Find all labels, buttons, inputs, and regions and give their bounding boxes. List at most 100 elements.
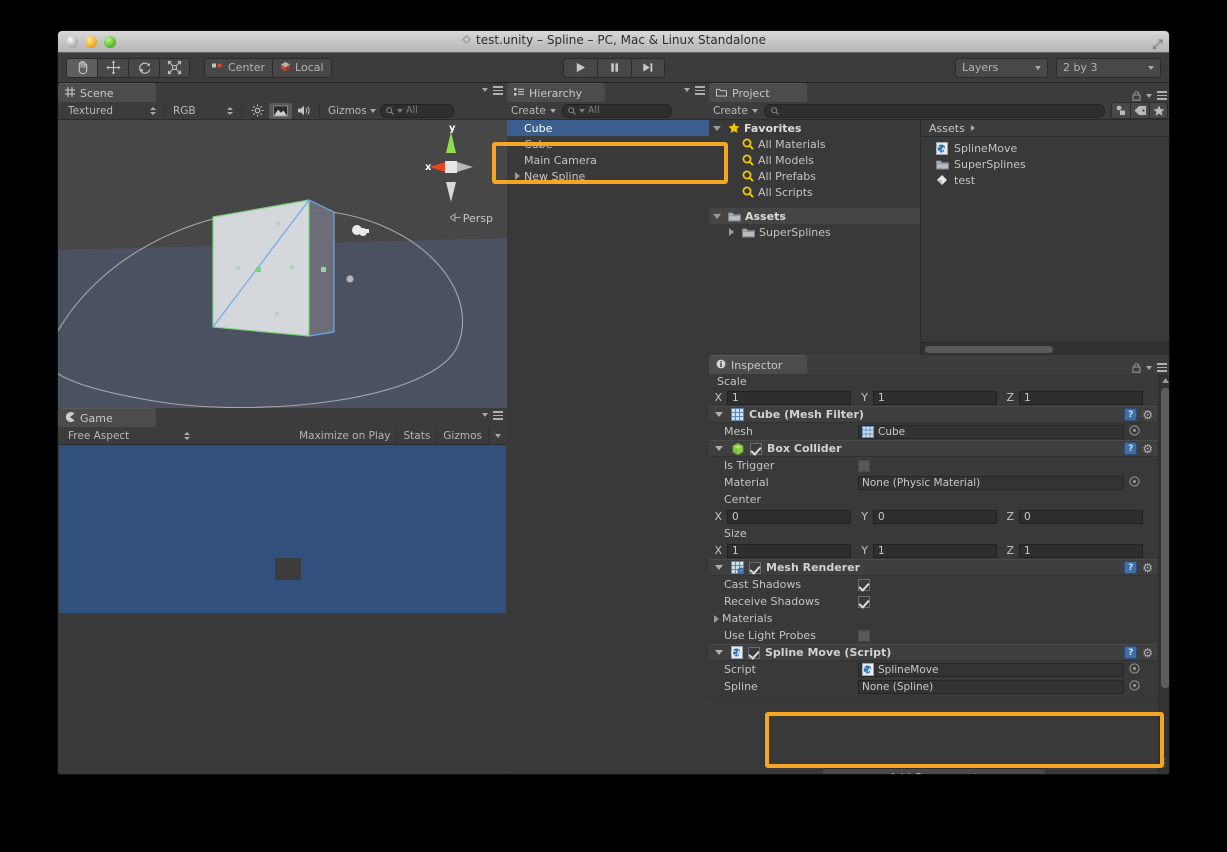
gear-icon[interactable]: ⚙ — [1142, 443, 1153, 455]
vector-x-field[interactable]: 0 — [727, 509, 851, 524]
rotate-tool-button[interactable] — [128, 57, 159, 78]
lock-icon[interactable] — [1132, 86, 1141, 105]
scene-lighting-toggle[interactable] — [246, 103, 269, 119]
tab-game[interactable]: Game — [58, 408, 156, 427]
object-picker-icon[interactable] — [1129, 679, 1140, 694]
component-header-mesh-renderer[interactable]: Mesh Renderer? ⚙ — [709, 559, 1158, 576]
gear-icon[interactable]: ⚙ — [1142, 409, 1153, 421]
tab-scene[interactable]: Scene — [58, 83, 156, 102]
help-icon[interactable]: ? — [1124, 408, 1138, 421]
field-row-material[interactable]: Material None (Physic Material) — [709, 474, 1158, 491]
hierarchy-item-main-camera[interactable]: Main Camera — [507, 152, 709, 168]
game-tab-options[interactable] — [482, 411, 503, 420]
move-tool-button[interactable] — [97, 57, 128, 78]
add-component-button[interactable]: Add Component — [821, 768, 1046, 774]
hierarchy-tabstrip[interactable]: Hierarchy — [507, 83, 709, 102]
component-enabled-checkbox[interactable] — [749, 561, 761, 574]
project-tree-item-assets[interactable]: Assets — [709, 208, 920, 224]
scene-fx-toggle[interactable] — [269, 102, 292, 119]
hierarchy-toolbar[interactable]: Create All — [507, 102, 709, 120]
gear-icon[interactable]: ⚙ — [1142, 562, 1153, 574]
hierarchy-item-new-spline[interactable]: New Spline — [507, 168, 709, 184]
hierarchy-item-cube[interactable]: Cube — [507, 120, 709, 136]
play-controls-group[interactable] — [562, 57, 665, 78]
project-tree-item-favorites[interactable]: Favorites — [709, 120, 920, 136]
pivot-controls-group[interactable]: Center Local — [204, 57, 332, 78]
help-icon[interactable]: ? — [1124, 561, 1138, 574]
expand-triangle-icon[interactable] — [515, 172, 520, 180]
scale-y-field[interactable]: 1 — [873, 390, 997, 405]
field-row-receive-shadows[interactable]: Receive Shadows — [709, 593, 1158, 610]
play-button[interactable] — [562, 57, 597, 78]
hierarchy-tab-options[interactable] — [684, 86, 705, 95]
help-icon[interactable]: ? — [1124, 442, 1138, 455]
component-enabled-checkbox[interactable] — [750, 442, 762, 455]
scale-vector-row[interactable]: X 1 Y 1 Z 1 — [709, 389, 1158, 406]
inspector-content[interactable]: Scale X 1 Y 1 Z 1 Cube (Mesh Filter)? ⚙ Me… — [709, 374, 1158, 774]
expand-triangle-icon[interactable] — [713, 213, 721, 219]
window-resize-grip[interactable] — [1153, 753, 1167, 772]
draw-mode-dropdown[interactable]: Textured — [64, 103, 160, 119]
inspector-tabstrip[interactable]: Inspector — [709, 355, 1169, 374]
field-checkbox[interactable] — [858, 595, 870, 608]
collapse-triangle-icon[interactable] — [715, 565, 723, 570]
menu-icon[interactable] — [1157, 91, 1167, 100]
scale-tool-button[interactable] — [159, 57, 190, 78]
project-tree-item-all-prefabs[interactable]: All Prefabs — [709, 168, 920, 184]
tab-inspector[interactable]: Inspector — [709, 355, 807, 374]
pivot-rotation-button[interactable]: Local — [272, 57, 332, 78]
component-header-box-collider[interactable]: Box Collider? ⚙ — [709, 440, 1158, 457]
scene-projection-label[interactable]: Persp — [448, 212, 493, 225]
hand-tool-button[interactable] — [66, 57, 97, 78]
vector3-row[interactable]: X0Y0Z0 — [709, 508, 1158, 525]
pause-button[interactable] — [596, 57, 631, 78]
vector-x-field[interactable]: 1 — [727, 543, 851, 558]
project-asset-list[interactable]: Assets C# SplineMove SuperSplines test — [921, 120, 1169, 355]
window-resize-icon[interactable] — [1152, 35, 1163, 54]
help-icon[interactable]: ? — [1124, 646, 1138, 659]
project-tab-options[interactable] — [1132, 86, 1167, 105]
object-picker-icon[interactable] — [1129, 475, 1140, 490]
scrollbar-thumb[interactable] — [1161, 388, 1169, 688]
inspector-scrollbar[interactable] — [1158, 374, 1169, 774]
scrollbar-thumb[interactable] — [925, 346, 1053, 353]
collapse-triangle-icon[interactable] — [715, 412, 723, 417]
object-field[interactable]: C# SplineMove — [858, 662, 1124, 677]
scale-z-field[interactable]: 1 — [1019, 390, 1143, 405]
field-foldout-materials[interactable]: Materials — [709, 610, 1158, 627]
menu-icon[interactable] — [695, 86, 705, 95]
maximize-on-play-toggle[interactable]: Maximize on Play — [293, 428, 396, 444]
toolbar-right-group[interactable]: Layers 2 by 3 — [955, 57, 1161, 78]
component-header-spline-move-script[interactable]: C# Spline Move (Script)? ⚙ — [709, 644, 1158, 661]
menu-icon[interactable] — [1157, 363, 1167, 372]
hierarchy-search-input[interactable]: All — [561, 103, 672, 118]
hierarchy-create-button[interactable]: Create — [511, 105, 556, 117]
project-asset-test[interactable]: test — [921, 172, 1169, 188]
vector-z-field[interactable]: 1 — [1019, 543, 1143, 558]
tab-hierarchy[interactable]: Hierarchy — [507, 83, 605, 102]
field-row-mesh[interactable]: Mesh Cube — [709, 423, 1158, 440]
hierarchy-tree[interactable]: Cube Cube Main Camera New Spline — [507, 120, 709, 774]
object-picker-icon[interactable] — [1129, 424, 1140, 439]
project-asset-splinemove[interactable]: C# SplineMove — [921, 140, 1169, 156]
field-row-use-light-probes[interactable]: Use Light Probes — [709, 627, 1158, 644]
collapse-triangle-icon[interactable] — [715, 650, 723, 655]
project-horizontal-scrollbar[interactable] — [921, 342, 1169, 355]
game-gizmos-caret[interactable] — [489, 428, 507, 444]
game-tabstrip[interactable]: Game — [58, 408, 507, 427]
project-toolbar[interactable]: Create — [709, 102, 1169, 120]
object-field[interactable]: None (Spline) — [858, 679, 1124, 694]
expand-triangle-icon[interactable] — [713, 125, 721, 131]
expand-triangle-icon[interactable] — [729, 228, 734, 236]
project-tree-item-supersplines[interactable]: SuperSplines — [709, 224, 920, 240]
project-tree-item-all-scripts[interactable]: All Scripts — [709, 184, 920, 200]
object-picker-icon[interactable] — [1129, 662, 1140, 677]
layers-dropdown[interactable]: Layers — [955, 57, 1048, 78]
aspect-ratio-dropdown[interactable]: Free Aspect — [64, 428, 194, 444]
scene-toolbar[interactable]: Textured RGB Gizmos All — [58, 102, 507, 120]
collapse-triangle-icon[interactable] — [715, 446, 723, 451]
scroll-up-arrow[interactable] — [1159, 374, 1169, 386]
window-title-bar[interactable]: test.unity – Spline – PC, Mac & Linux St… — [58, 31, 1169, 53]
project-breadcrumb[interactable]: Assets — [921, 120, 1169, 137]
stats-toggle[interactable]: Stats — [397, 428, 436, 444]
